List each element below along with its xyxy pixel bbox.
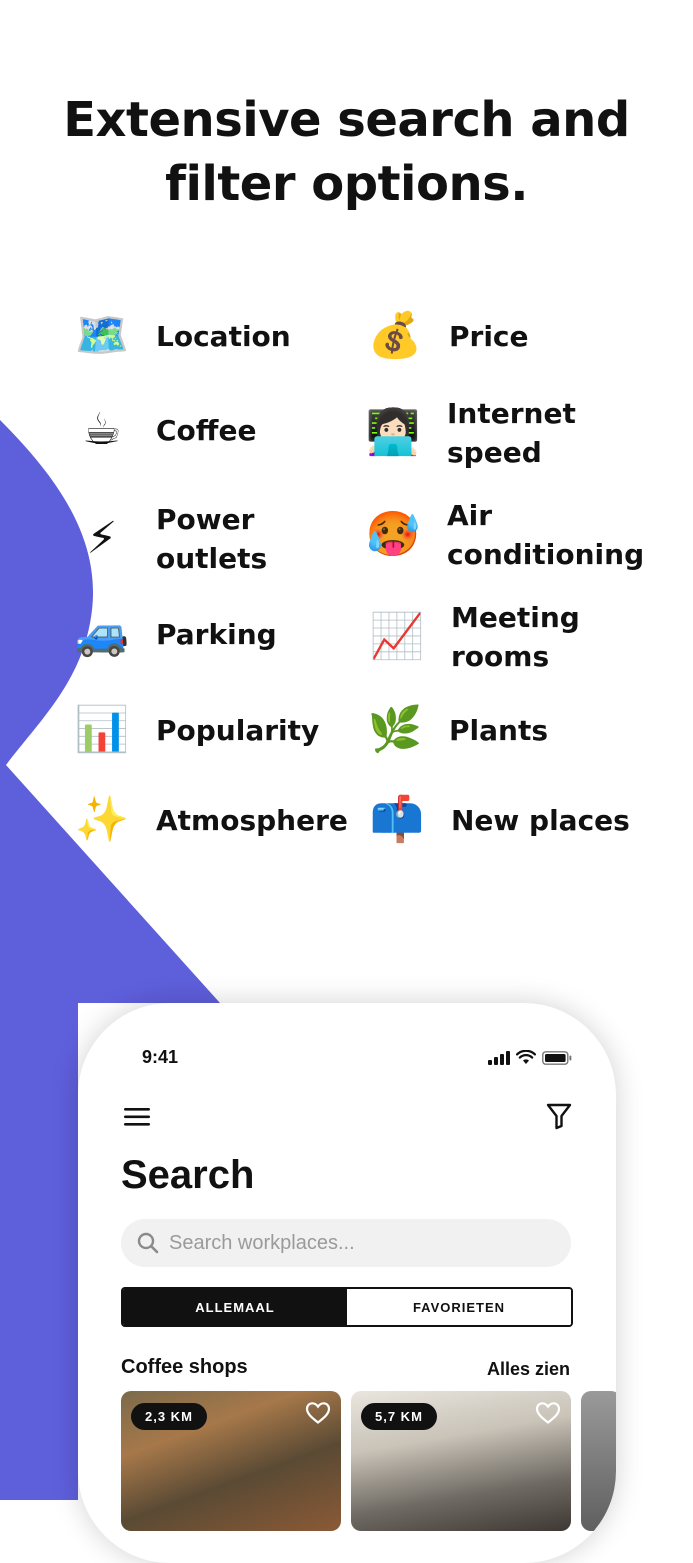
- herb-icon: 🌿: [367, 704, 423, 755]
- feature-label: New places: [451, 803, 630, 837]
- phone-mockup: 9:41 Search AL: [78, 1003, 616, 1563]
- search-icon: [137, 1232, 159, 1254]
- hot-face-icon: 🥵: [365, 509, 421, 560]
- feature-label: Location: [156, 319, 291, 353]
- feature-air-conditioning: 🥵 Air conditioning: [363, 496, 647, 574]
- wifi-icon: [516, 1050, 536, 1064]
- feature-atmosphere: ✨ Atmosphere: [72, 790, 356, 850]
- see-all-link[interactable]: Alles zien: [487, 1359, 570, 1380]
- feature-plants: 🌿 Plants: [365, 700, 649, 760]
- feature-label: Power outlets: [156, 503, 268, 575]
- feature-label: Meeting rooms: [451, 601, 580, 673]
- filter-icon[interactable]: [544, 1101, 574, 1131]
- distance-badge: 2,3 KM: [131, 1403, 207, 1430]
- feature-parking: 🚙 Parking: [72, 604, 356, 664]
- world-map-icon: 🗺️: [74, 310, 130, 361]
- feature-popularity: 📊 Popularity: [72, 700, 356, 760]
- place-card[interactable]: 5,7 KM: [351, 1391, 571, 1531]
- feature-label: Atmosphere: [156, 803, 348, 837]
- heart-icon[interactable]: [305, 1401, 331, 1425]
- coffee-cup-icon: ☕: [82, 404, 122, 455]
- car-icon: 🚙: [74, 608, 130, 659]
- feature-location: 🗺️ Location: [72, 306, 356, 366]
- distance-badge: 5,7 KM: [361, 1403, 437, 1430]
- technologist-icon: 👩🏻‍💻: [365, 407, 421, 458]
- search-input[interactable]: [167, 1230, 551, 1256]
- feature-label: Air conditioning: [447, 499, 645, 571]
- headline: Extensive search and filter options.: [0, 88, 693, 216]
- bar-chart-icon: 📊: [74, 704, 130, 755]
- search-bar[interactable]: [121, 1219, 571, 1267]
- place-card[interactable]: 2,3 KM: [121, 1391, 341, 1531]
- lightning-icon: ⚡: [86, 513, 118, 564]
- signal-icon: [488, 1050, 510, 1065]
- tab-all[interactable]: ALLEMAAL: [123, 1289, 347, 1325]
- feature-label: Price: [449, 319, 529, 353]
- feature-power-outlets: ⚡ Power outlets: [72, 500, 326, 578]
- headline-line-1: Extensive search and: [63, 92, 630, 148]
- battery-icon: [542, 1050, 572, 1065]
- feature-new-places: 📫 New places: [367, 790, 651, 850]
- menu-icon[interactable]: [122, 1104, 152, 1130]
- status-icons: [488, 1050, 572, 1065]
- feature-label: Plants: [449, 713, 548, 747]
- segmented-control: ALLEMAAL FAVORIETEN: [121, 1287, 573, 1327]
- feature-meeting-rooms: 📈 Meeting rooms: [367, 598, 631, 676]
- feature-label: Parking: [156, 617, 277, 651]
- headline-line-2: filter options.: [165, 156, 528, 212]
- place-card-partial[interactable]: [581, 1391, 616, 1531]
- status-time: 9:41: [142, 1047, 179, 1067]
- tab-favorites[interactable]: FAVORIETEN: [347, 1289, 571, 1325]
- feature-label: Popularity: [156, 713, 320, 747]
- feature-label: Coffee: [156, 413, 257, 447]
- page-title: Search: [121, 1153, 255, 1197]
- section-title: Coffee shops: [121, 1356, 248, 1378]
- chart-increasing-icon: 📈: [369, 611, 425, 662]
- feature-label: Internet speed: [447, 397, 576, 469]
- heart-icon[interactable]: [535, 1401, 561, 1425]
- feature-internet-speed: 👩🏻‍💻 Internet speed: [363, 394, 627, 472]
- sparkles-icon: ✨: [74, 794, 130, 845]
- money-bag-icon: 💰: [367, 310, 423, 361]
- feature-coffee: ☕ Coffee: [72, 400, 356, 460]
- feature-price: 💰 Price: [365, 306, 649, 366]
- mailbox-icon: 📫: [369, 794, 425, 845]
